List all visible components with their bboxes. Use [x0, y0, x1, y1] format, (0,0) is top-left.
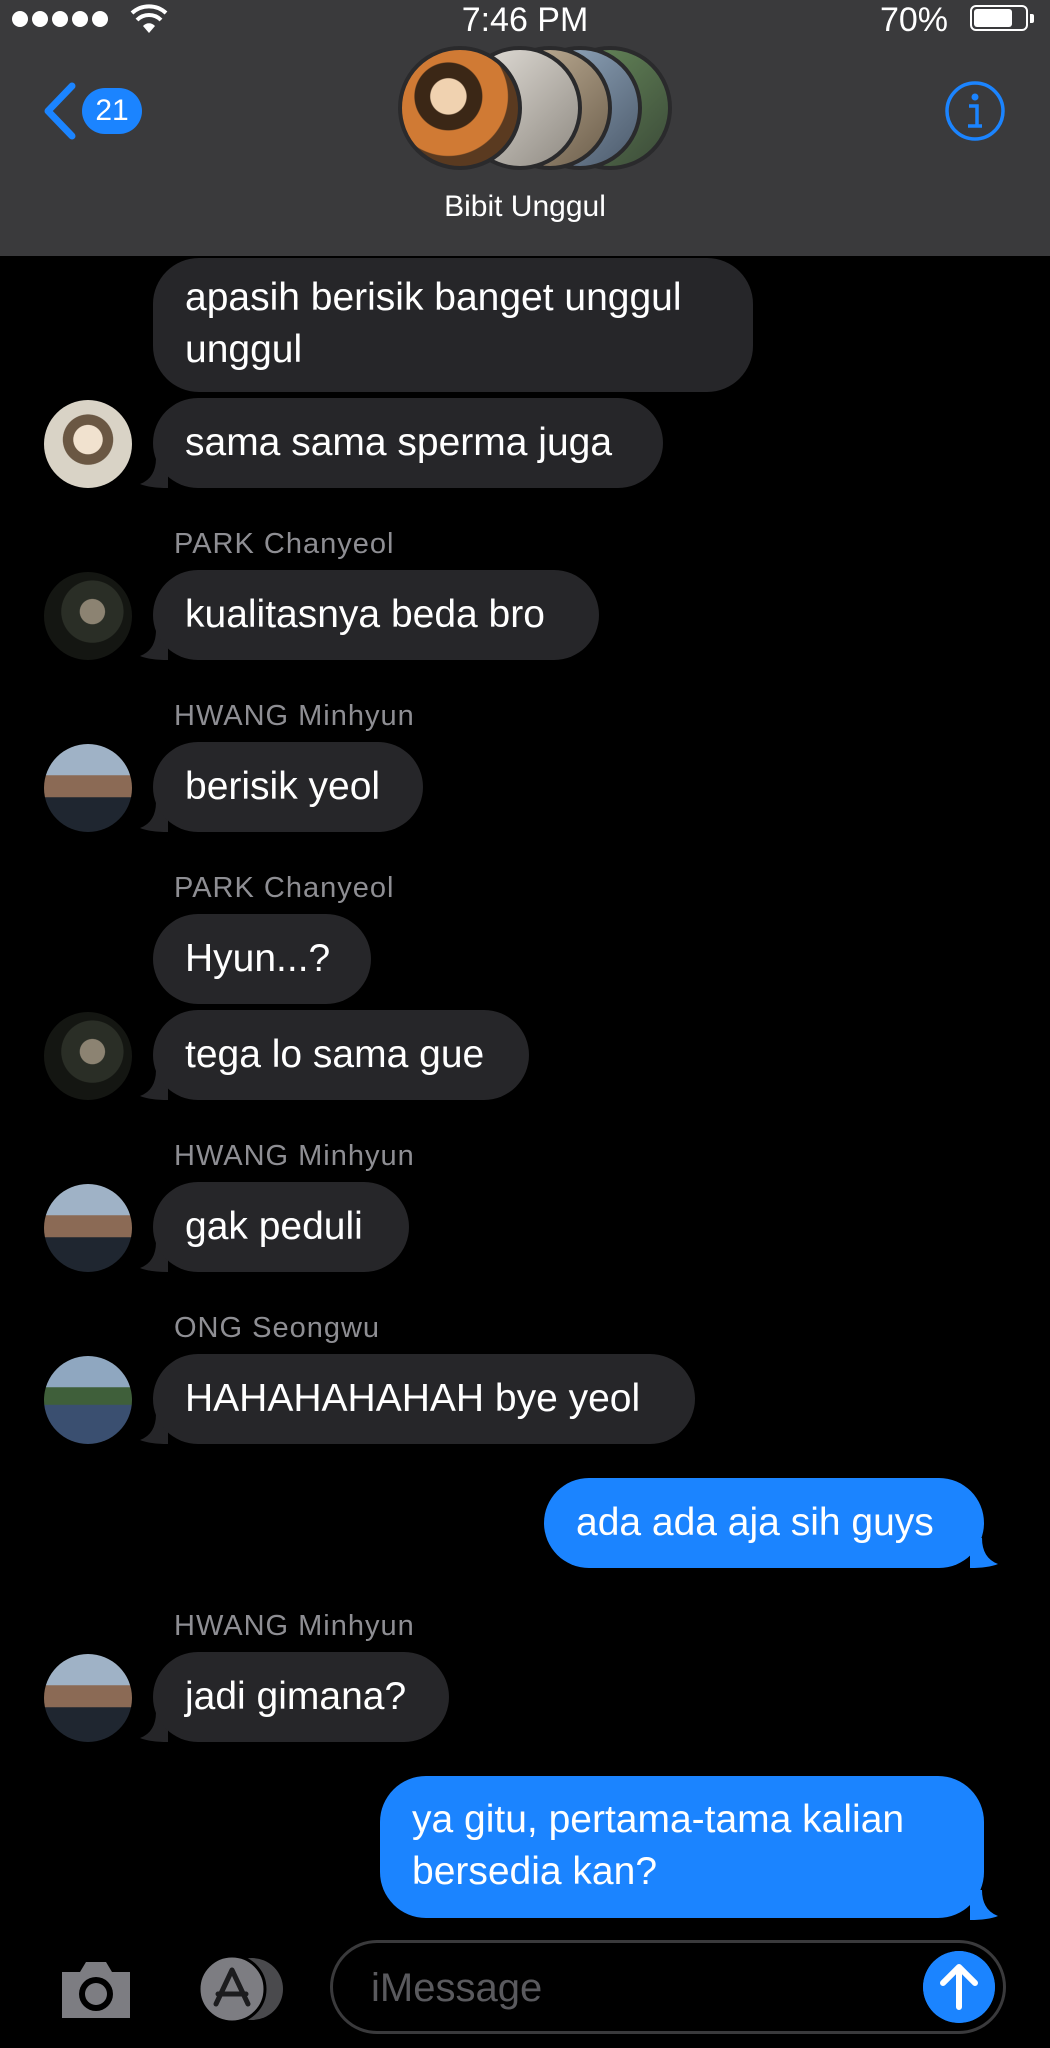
group-member-avatar [398, 46, 522, 170]
incoming-message[interactable]: apasih berisik banget unggul unggul [153, 258, 753, 392]
message-text: apasih berisik banget unggul unggul [185, 276, 682, 371]
info-icon[interactable] [944, 80, 1006, 142]
battery-icon [970, 5, 1034, 31]
group-name[interactable]: Bibit Unggul [0, 190, 1050, 224]
sender-name: ONG Seongwu [174, 1312, 381, 1344]
avatar[interactable] [44, 744, 132, 832]
chevron-left-icon [44, 82, 76, 140]
status-bar: 7:46 PM 70% [0, 0, 1050, 40]
incoming-message[interactable]: berisik yeol [153, 742, 423, 832]
message-text: jadi gimana? [185, 1675, 407, 1718]
compose-bar [0, 1924, 1050, 2048]
avatar[interactable] [44, 1012, 132, 1100]
chat-header: 7:46 PM 70% 21 Bibit Unggul [0, 0, 1050, 256]
outgoing-message[interactable]: ada ada aja sih guys [544, 1478, 984, 1568]
avatar[interactable] [44, 1654, 132, 1742]
message-text: ya gitu, pertama-tama kalian bersedia ka… [412, 1798, 905, 1893]
incoming-message[interactable]: jadi gimana? [153, 1652, 449, 1742]
message-text: tega lo sama gue [185, 1033, 485, 1076]
message-text: kualitasnya beda bro [185, 593, 545, 636]
avatar[interactable] [44, 572, 132, 660]
sender-name: PARK Chanyeol [174, 872, 395, 904]
message-text: HAHAHAHAHAH bye yeol [185, 1377, 641, 1420]
sender-name: HWANG Minhyun [174, 1140, 415, 1172]
message-input[interactable] [369, 1961, 893, 2015]
sender-name: HWANG Minhyun [174, 700, 415, 732]
send-button[interactable] [923, 1951, 995, 2023]
message-text: gak peduli [185, 1205, 363, 1248]
avatar[interactable] [44, 1184, 132, 1272]
battery-percentage: 70% [879, 1, 948, 39]
sender-name: PARK Chanyeol [174, 528, 395, 560]
app-store-icon[interactable] [192, 1954, 288, 2024]
message-text: berisik yeol [185, 765, 381, 808]
avatar[interactable] [44, 1356, 132, 1444]
incoming-message[interactable]: tega lo sama gue [153, 1010, 529, 1100]
sender-name: HWANG Minhyun [174, 1610, 415, 1642]
unread-count-badge: 21 [82, 88, 142, 134]
outgoing-message[interactable]: ya gitu, pertama-tama kalian bersedia ka… [380, 1776, 984, 1918]
incoming-message[interactable]: HAHAHAHAHAH bye yeol [153, 1354, 695, 1444]
message-text: Hyun...? [185, 937, 331, 980]
incoming-message[interactable]: sama sama sperma juga [153, 398, 663, 488]
message-list[interactable]: apasih berisik banget unggul unggul sama… [0, 0, 1050, 1920]
message-input-container[interactable] [330, 1940, 1006, 2034]
incoming-message[interactable]: kualitasnya beda bro [153, 570, 599, 660]
incoming-message[interactable]: Hyun...? [153, 914, 371, 1004]
back-button[interactable]: 21 [40, 78, 150, 144]
camera-icon[interactable] [56, 1954, 136, 2024]
group-avatar-stack[interactable] [388, 46, 672, 170]
avatar[interactable] [44, 400, 132, 488]
message-text: ada ada aja sih guys [576, 1501, 934, 1544]
message-text: sama sama sperma juga [185, 421, 613, 464]
incoming-message[interactable]: gak peduli [153, 1182, 409, 1272]
